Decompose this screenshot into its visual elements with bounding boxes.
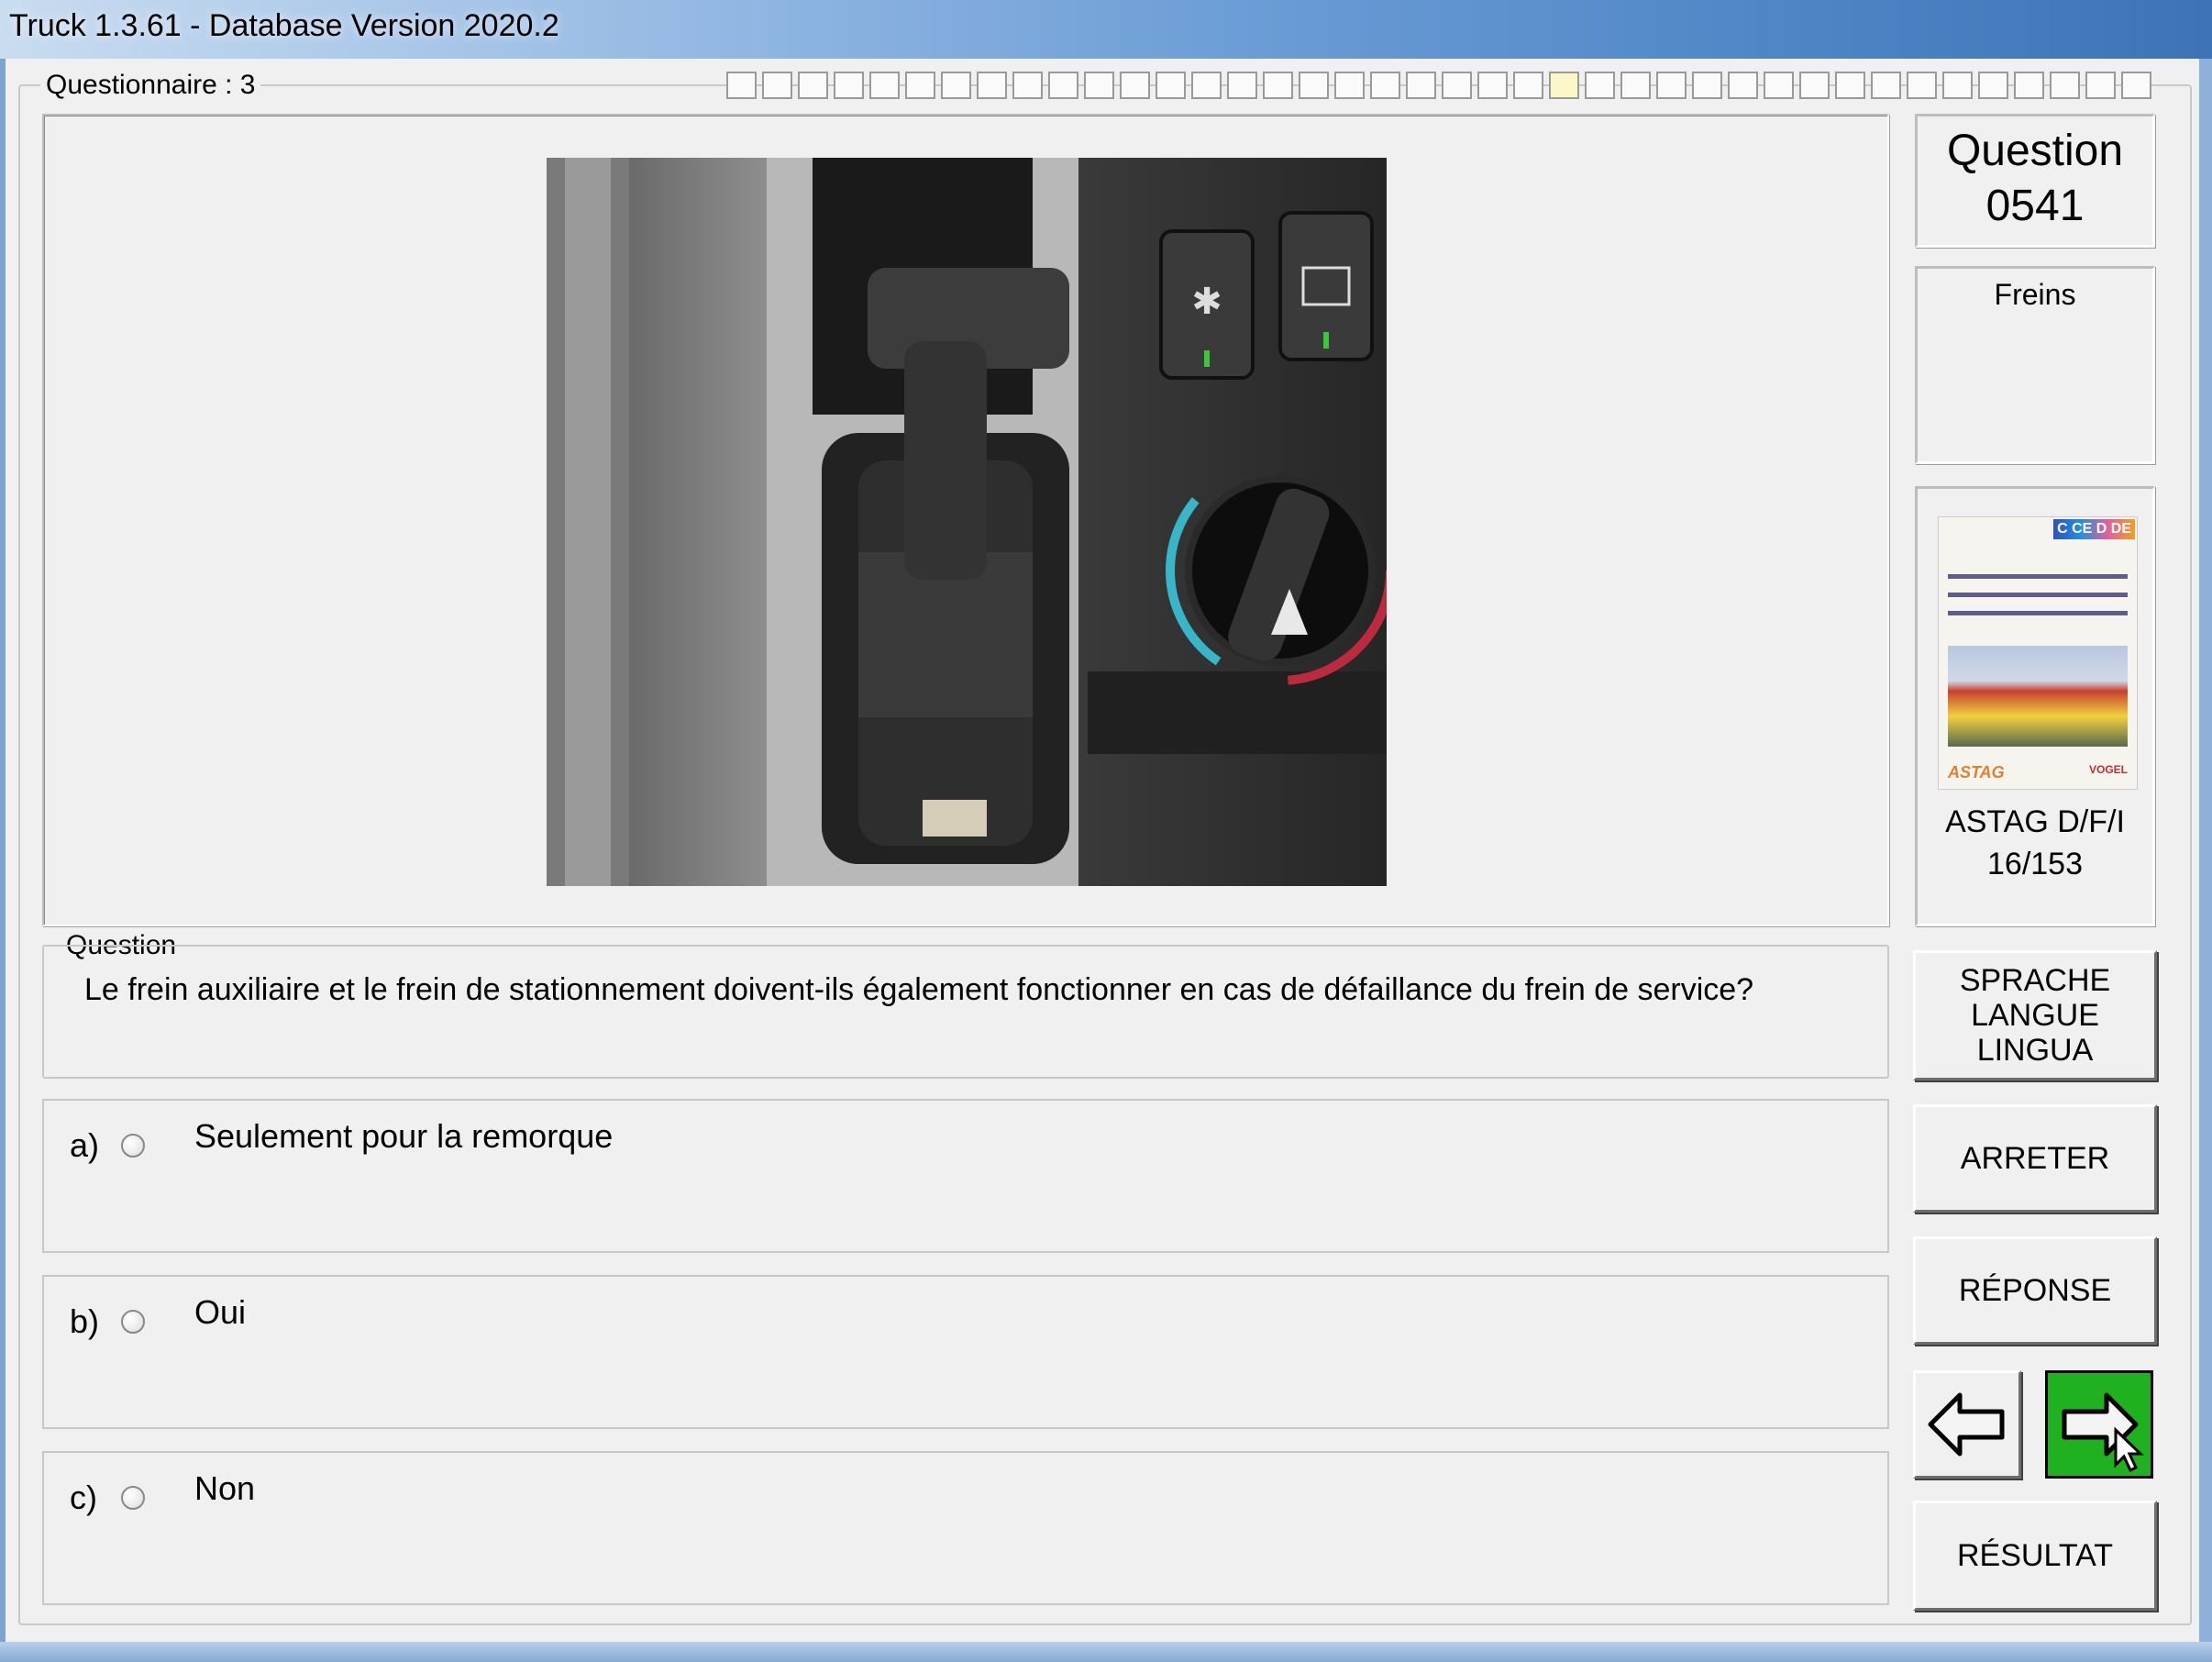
book-cover-image bbox=[1948, 646, 2128, 747]
window-frame-left bbox=[0, 59, 6, 1662]
progress-segment bbox=[834, 72, 864, 99]
answer-radio[interactable] bbox=[121, 1134, 145, 1158]
question-text: Le frein auxiliaire et le frein de stati… bbox=[84, 972, 1754, 1007]
progress-segment bbox=[1656, 72, 1687, 99]
answer-option-c[interactable]: c) Non bbox=[42, 1451, 1889, 1605]
progress-segment bbox=[1263, 72, 1293, 99]
language-label-2: LANGUE bbox=[1971, 998, 2099, 1033]
progress-segment bbox=[977, 72, 1007, 99]
question-number-panel: Question 0541 bbox=[1915, 114, 2155, 248]
progress-segment bbox=[1227, 72, 1257, 99]
answer-text: Oui bbox=[194, 1293, 247, 1331]
progress-segment bbox=[1156, 72, 1186, 99]
progress-segment bbox=[1048, 72, 1078, 99]
answer-radio[interactable] bbox=[121, 1486, 145, 1510]
category-panel: Freins bbox=[1915, 266, 2155, 464]
window-frame-bottom bbox=[0, 1642, 2212, 1662]
progress-segment bbox=[1477, 72, 1508, 99]
arrow-right-icon bbox=[2062, 1392, 2144, 1473]
progress-segment bbox=[1871, 72, 1901, 99]
progress-segment bbox=[1692, 72, 1722, 99]
progress-segment bbox=[762, 72, 792, 99]
progress-segment bbox=[1835, 72, 1865, 99]
progress-segment bbox=[2121, 72, 2151, 99]
progress-segment bbox=[1370, 72, 1400, 99]
language-button[interactable]: SPRACHE LANGUE LINGUA bbox=[1913, 950, 2157, 1080]
progress-segment bbox=[1084, 72, 1114, 99]
source-line-2: 16/153 bbox=[1987, 847, 2083, 881]
questionnaire-progress-bar bbox=[726, 72, 2151, 99]
arrow-left-icon bbox=[1928, 1392, 2005, 1457]
mouse-cursor-icon bbox=[2114, 1426, 2144, 1473]
progress-segment bbox=[869, 72, 900, 99]
progress-segment bbox=[2085, 72, 2116, 99]
progress-segment bbox=[798, 72, 828, 99]
show-answer-button[interactable]: RÉPONSE bbox=[1913, 1236, 2157, 1345]
answer-option-b[interactable]: b) Oui bbox=[42, 1275, 1889, 1429]
progress-segment bbox=[2014, 72, 2044, 99]
progress-segment bbox=[726, 72, 757, 99]
book-publisher-logo: ASTAG bbox=[1948, 763, 2005, 781]
question-group bbox=[42, 945, 1889, 1079]
answer-letter: c) bbox=[70, 1479, 97, 1516]
source-caption: ASTAG D/F/I 16/153 bbox=[1918, 801, 2152, 885]
source-book-cover: C CE D DE ASTAG VOGEL bbox=[1938, 516, 2138, 790]
progress-segment bbox=[1549, 72, 1579, 99]
progress-segment bbox=[941, 72, 971, 99]
progress-segment bbox=[1191, 72, 1222, 99]
progress-segment bbox=[1942, 72, 1973, 99]
truck-dashboard-photo: ✱ bbox=[547, 158, 1387, 886]
language-label-1: SPRACHE bbox=[1959, 963, 2111, 998]
answer-text: Non bbox=[194, 1469, 256, 1507]
book-category-tag: C CE D DE bbox=[2053, 519, 2135, 539]
title-bar: Truck 1.3.61 - Database Version 2020.2 bbox=[0, 0, 2212, 59]
questionnaire-label: Questionnaire : 3 bbox=[40, 70, 261, 101]
window-title: Truck 1.3.61 - Database Version 2020.2 bbox=[9, 8, 559, 43]
progress-segment bbox=[1513, 72, 1543, 99]
progress-segment bbox=[905, 72, 935, 99]
progress-segment bbox=[1334, 72, 1365, 99]
question-number: 0541 bbox=[1985, 182, 2085, 230]
next-button[interactable] bbox=[2045, 1370, 2153, 1479]
progress-segment bbox=[1907, 72, 1937, 99]
question-number-label: Question bbox=[1946, 127, 2124, 175]
source-line-1: ASTAG D/F/I bbox=[1945, 804, 2125, 839]
progress-segment bbox=[1728, 72, 1758, 99]
progress-segment bbox=[1620, 72, 1651, 99]
answer-text: Seulement pour la remorque bbox=[194, 1117, 614, 1155]
svg-text:✱: ✱ bbox=[1191, 281, 1222, 323]
stop-button[interactable]: ARRETER bbox=[1913, 1104, 2157, 1213]
window-frame-right bbox=[2199, 59, 2212, 1662]
language-label-3: LINGUA bbox=[1976, 1033, 2094, 1068]
result-button[interactable]: RÉSULTAT bbox=[1913, 1501, 2157, 1611]
progress-segment bbox=[1299, 72, 1329, 99]
answer-letter: a) bbox=[70, 1126, 100, 1164]
progress-segment bbox=[1978, 72, 2008, 99]
answer-radio[interactable] bbox=[121, 1310, 145, 1334]
progress-segment bbox=[1799, 72, 1830, 99]
book-publisher-logo: VOGEL bbox=[2088, 763, 2128, 776]
progress-segment bbox=[1406, 72, 1436, 99]
answer-letter: b) bbox=[70, 1302, 100, 1340]
progress-segment bbox=[1764, 72, 1794, 99]
previous-button[interactable] bbox=[1913, 1370, 2021, 1479]
progress-segment bbox=[1120, 72, 1150, 99]
progress-segment bbox=[1442, 72, 1472, 99]
progress-segment bbox=[1012, 72, 1043, 99]
progress-segment bbox=[1585, 72, 1615, 99]
answer-option-a[interactable]: a) Seulement pour la remorque bbox=[42, 1099, 1889, 1253]
question-photo: ✱ bbox=[547, 158, 1387, 886]
category-label: Freins bbox=[1994, 278, 2076, 311]
progress-segment bbox=[2050, 72, 2080, 99]
source-panel: C CE D DE ASTAG VOGEL ASTAG D/F/I 16/153 bbox=[1915, 486, 2155, 926]
